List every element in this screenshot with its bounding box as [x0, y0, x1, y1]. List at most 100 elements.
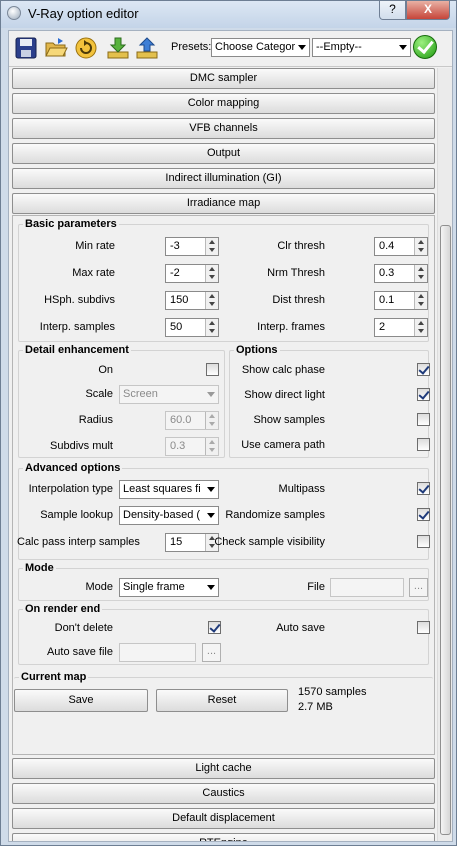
interp-samples-label: Interp. samples — [39, 321, 115, 333]
advanced-options-title: Advanced options — [23, 462, 123, 474]
chevron-down-icon — [399, 45, 407, 50]
rollout-irradiance-map[interactable]: Irradiance map — [12, 193, 435, 214]
nrm-thresh-label: Nrm Thresh — [267, 267, 325, 279]
show-direct-light-checkbox[interactable] — [417, 388, 430, 401]
map-size: 2.7 MB — [298, 701, 333, 713]
preset-item-dropdown[interactable]: --Empty-- — [312, 38, 411, 57]
min-rate-spinner[interactable]: -3 — [165, 237, 219, 256]
rollout-light-cache[interactable]: Light cache — [12, 758, 435, 779]
ok-check-icon[interactable] — [413, 35, 437, 59]
preset-category-dropdown[interactable]: Choose Categor — [211, 38, 310, 57]
rollout-list: DMC sampler Color mapping VFB channels O… — [9, 68, 452, 841]
calc-pass-interp-samples-spinner[interactable]: 15 — [165, 533, 219, 552]
mode-file-browse-button[interactable]: ... — [409, 578, 428, 597]
min-rate-label: Min rate — [75, 240, 115, 252]
mode-label: Mode — [85, 581, 113, 593]
mode-title: Mode — [23, 562, 56, 574]
detail-on-checkbox[interactable] — [206, 363, 219, 376]
sample-lookup-dropdown[interactable]: Density-based ( — [119, 506, 219, 525]
use-camera-path-checkbox[interactable] — [417, 438, 430, 451]
dont-delete-checkbox[interactable] — [208, 621, 221, 634]
interp-frames-spinner[interactable]: 2 — [374, 318, 428, 337]
dont-delete-label: Don't delete — [54, 622, 113, 634]
check-sample-visibility-checkbox[interactable] — [417, 535, 430, 548]
spinner-arrows-icon[interactable] — [205, 265, 218, 282]
spinner-arrows-icon[interactable] — [205, 319, 218, 336]
spinner-arrows-icon[interactable] — [414, 319, 427, 336]
preset-item-value: --Empty-- — [316, 41, 362, 53]
export-icon[interactable] — [134, 35, 160, 61]
mode-dropdown[interactable]: Single frame — [119, 578, 219, 597]
rollout-vfb-channels[interactable]: VFB channels — [12, 118, 435, 139]
title-bar[interactable]: V-Ray option editor ? X — [1, 1, 456, 28]
on-render-end-title: On render end — [23, 603, 103, 615]
auto-save-file-browse-button[interactable]: ... — [202, 643, 221, 662]
max-rate-value: -2 — [170, 267, 180, 279]
auto-save-file-field[interactable] — [119, 643, 196, 662]
subdivs-mult-spinner[interactable]: 0.3 — [165, 437, 219, 456]
reset-map-button[interactable]: Reset — [156, 689, 288, 712]
randomize-samples-checkbox[interactable] — [417, 508, 430, 521]
randomize-samples-label: Randomize samples — [225, 509, 325, 521]
show-samples-label: Show samples — [253, 414, 325, 426]
mode-file-field[interactable] — [330, 578, 404, 597]
rollout-indirect-illumination[interactable]: Indirect illumination (GI) — [12, 168, 435, 189]
save-icon[interactable] — [13, 35, 39, 61]
rollout-color-mapping[interactable]: Color mapping — [12, 93, 435, 114]
nrm-thresh-spinner[interactable]: 0.3 — [374, 264, 428, 283]
spinner-arrows-icon[interactable] — [205, 292, 218, 309]
radius-spinner[interactable]: 60.0 — [165, 411, 219, 430]
spinner-arrows-icon[interactable] — [205, 238, 218, 255]
rollout-rtengine[interactable]: RTEngine — [12, 833, 435, 841]
spinner-arrows-icon[interactable] — [414, 238, 427, 255]
auto-save-label: Auto save — [276, 622, 325, 634]
multipass-label: Multipass — [278, 483, 325, 495]
hsph-subdivs-spinner[interactable]: 150 — [165, 291, 219, 310]
refresh-icon[interactable] — [73, 35, 99, 61]
show-samples-checkbox[interactable] — [417, 413, 430, 426]
presets-label: Presets: — [171, 41, 212, 53]
show-calc-phase-checkbox[interactable] — [417, 363, 430, 376]
spinner-arrows-icon[interactable] — [414, 265, 427, 282]
spinner-arrows-icon[interactable] — [414, 292, 427, 309]
interpolation-type-value: Least squares fi — [123, 483, 201, 495]
scrollbar-thumb[interactable] — [440, 225, 451, 835]
import-icon[interactable] — [105, 35, 131, 61]
app-icon — [7, 6, 21, 20]
dist-thresh-spinner[interactable]: 0.1 — [374, 291, 428, 310]
multipass-checkbox[interactable] — [417, 482, 430, 495]
chevron-down-icon — [207, 392, 215, 397]
calc-pass-interp-samples-value: 15 — [170, 536, 183, 548]
basic-parameters-title: Basic parameters — [23, 218, 119, 230]
scale-dropdown[interactable]: Screen — [119, 385, 219, 404]
save-map-button[interactable]: Save — [14, 689, 148, 712]
scale-label: Scale — [85, 388, 113, 400]
interp-samples-spinner[interactable]: 50 — [165, 318, 219, 337]
close-button[interactable]: X — [406, 1, 450, 20]
check-sample-visibility-label: Check sample visibility — [214, 536, 325, 548]
open-folder-icon[interactable] — [43, 35, 69, 61]
rollout-default-displacement[interactable]: Default displacement — [12, 808, 435, 829]
clr-thresh-spinner[interactable]: 0.4 — [374, 237, 428, 256]
spinner-arrows-icon[interactable] — [205, 412, 218, 429]
client-area: Presets: Choose Categor --Empty-- DMC sa… — [8, 30, 453, 842]
hsph-subdivs-value: 150 — [170, 294, 189, 306]
dist-thresh-value: 0.1 — [379, 294, 395, 306]
file-label: File — [307, 581, 325, 593]
rollout-output[interactable]: Output — [12, 143, 435, 164]
auto-save-file-label: Auto save file — [46, 646, 113, 658]
rollout-caustics[interactable]: Caustics — [12, 783, 435, 804]
detail-enhancement-title: Detail enhancement — [23, 344, 131, 356]
help-button[interactable]: ? — [379, 1, 406, 20]
auto-save-checkbox[interactable] — [417, 621, 430, 634]
subdivs-mult-value: 0.3 — [170, 440, 186, 452]
max-rate-spinner[interactable]: -2 — [165, 264, 219, 283]
toolbar: Presets: Choose Categor --Empty-- — [9, 31, 452, 67]
window-title: V-Ray option editor — [28, 6, 139, 21]
spinner-arrows-icon[interactable] — [205, 438, 218, 455]
mode-value: Single frame — [123, 581, 185, 593]
dist-thresh-label: Dist thresh — [272, 294, 325, 306]
rollout-dmc-sampler[interactable]: DMC sampler — [12, 68, 435, 89]
vertical-scrollbar[interactable] — [437, 68, 452, 841]
interpolation-type-dropdown[interactable]: Least squares fi — [119, 480, 219, 499]
